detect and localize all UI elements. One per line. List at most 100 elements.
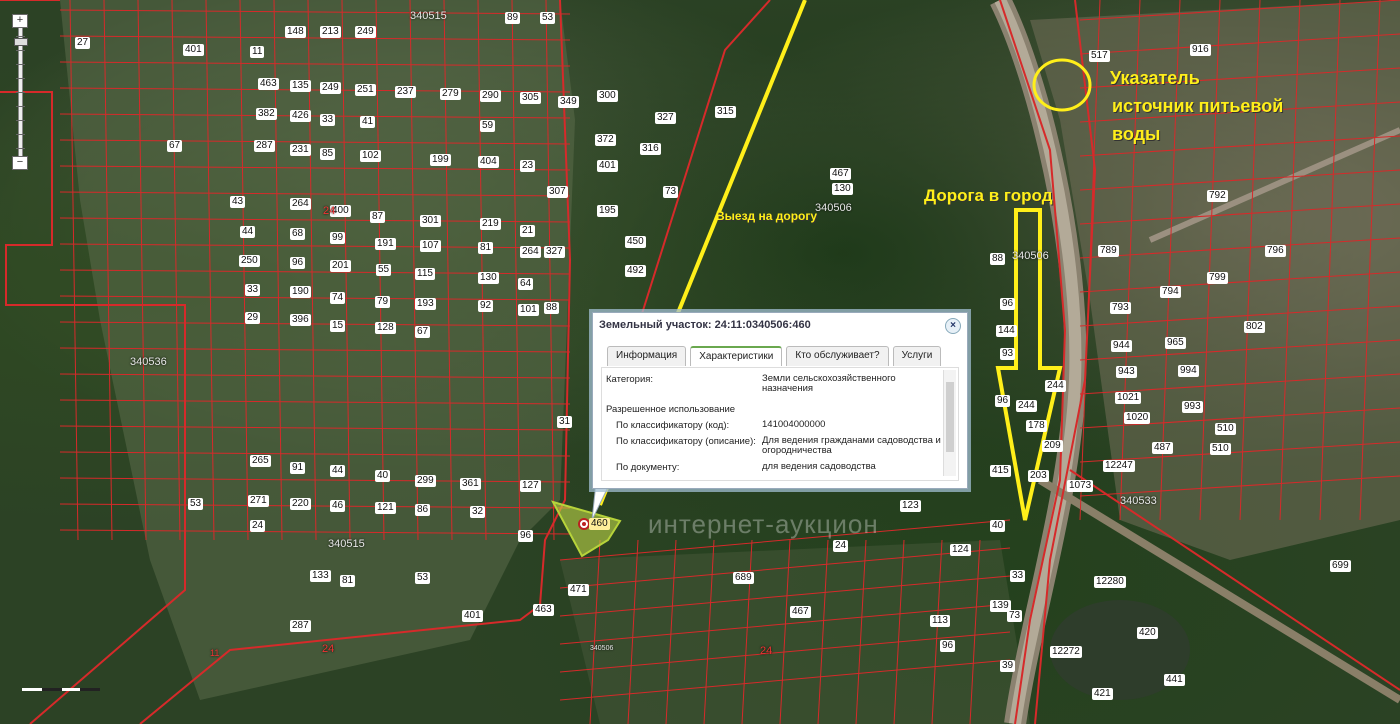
plot-number[interactable]: 789 — [1098, 245, 1119, 257]
zoom-in-button[interactable]: + — [12, 14, 28, 28]
plot-number[interactable]: 264 — [520, 246, 541, 258]
plot-number[interactable]: 993 — [1182, 401, 1203, 413]
plot-number[interactable]: 68 — [290, 228, 306, 240]
plot-number[interactable]: 91 — [290, 462, 306, 474]
plot-number[interactable]: 43 — [230, 196, 246, 208]
plot-number[interactable]: 517 — [1089, 50, 1110, 62]
close-icon[interactable]: × — [945, 318, 961, 334]
plot-number[interactable]: 349 — [558, 96, 579, 108]
plot-number[interactable]: 53 — [540, 12, 556, 24]
plot-number[interactable]: 24 — [250, 520, 266, 532]
plot-number[interactable]: 96 — [940, 640, 956, 652]
plot-number[interactable]: 107 — [420, 240, 441, 252]
plot-number[interactable]: 689 — [733, 572, 754, 584]
plot-number[interactable]: 85 — [320, 148, 336, 160]
plot-number[interactable]: 86 — [415, 504, 431, 516]
plot-number[interactable]: 148 — [285, 26, 306, 38]
plot-number[interactable]: 290 — [480, 90, 501, 102]
plot-number[interactable]: 271 — [248, 495, 269, 507]
plot-number[interactable]: 135 — [290, 80, 311, 92]
plot-number[interactable]: 209 — [1042, 440, 1063, 452]
plot-number[interactable]: 327 — [655, 112, 676, 124]
tab-services[interactable]: Услуги — [892, 346, 942, 366]
plot-number[interactable]: 943 — [1116, 366, 1137, 378]
plot-number[interactable]: 144 — [996, 325, 1017, 337]
plot-number[interactable]: 794 — [1160, 286, 1181, 298]
plot-number[interactable]: 916 — [1190, 44, 1211, 56]
scroll-thumb[interactable] — [946, 382, 954, 452]
plot-number[interactable]: 133 — [310, 570, 331, 582]
plot-number[interactable]: 199 — [430, 154, 451, 166]
plot-number[interactable]: 39 — [1000, 660, 1016, 672]
plot-number[interactable]: 249 — [320, 82, 341, 94]
plot-number[interactable]: 420 — [1137, 627, 1158, 639]
plot-number[interactable]: 33 — [245, 284, 261, 296]
plot-number[interactable]: 130 — [478, 272, 499, 284]
zoom-slider[interactable] — [14, 28, 28, 156]
plot-number[interactable]: 237 — [395, 86, 416, 98]
plot-number[interactable]: 93 — [1000, 348, 1016, 360]
plot-number[interactable]: 81 — [478, 242, 494, 254]
plot-number[interactable]: 124 — [950, 544, 971, 556]
plot-number[interactable]: 251 — [355, 84, 376, 96]
plot-number[interactable]: 53 — [188, 498, 204, 510]
plot-number[interactable]: 426 — [290, 110, 311, 122]
plot-number[interactable]: 404 — [478, 156, 499, 168]
plot-number[interactable]: 265 — [250, 455, 271, 467]
plot-number[interactable]: 113 — [930, 615, 950, 627]
plot-number[interactable]: 40 — [990, 520, 1006, 532]
zoom-out-button[interactable]: − — [12, 156, 28, 170]
plot-number[interactable]: 467 — [830, 168, 851, 180]
plot-number[interactable]: 12280 — [1094, 576, 1126, 588]
plot-number[interactable]: 327 — [544, 246, 565, 258]
plot-number[interactable]: 793 — [1110, 302, 1131, 314]
plot-number[interactable]: 244 — [1045, 380, 1066, 392]
plot-number[interactable]: 44 — [330, 465, 346, 477]
plot-number[interactable]: 130 — [832, 183, 853, 195]
plot-number[interactable]: 316 — [640, 143, 661, 155]
plot-number[interactable]: 305 — [520, 92, 541, 104]
tab-who-serves[interactable]: Кто обслуживает? — [786, 346, 889, 366]
plot-number[interactable]: 450 — [625, 236, 646, 248]
plot-number[interactable]: 128 — [375, 322, 396, 334]
plot-number[interactable]: 21 — [520, 225, 536, 237]
plot-number[interactable]: 41 — [360, 116, 376, 128]
plot-number[interactable]: 231 — [290, 144, 311, 156]
plot-number[interactable]: 89 — [505, 12, 521, 24]
plot-number[interactable]: 11 — [250, 46, 265, 58]
plot-number[interactable]: 44 — [240, 226, 256, 238]
plot-number[interactable]: 401 — [183, 44, 204, 56]
plot-number[interactable]: 53 — [415, 572, 431, 584]
plot-number[interactable]: 40 — [375, 470, 391, 482]
plot-number[interactable]: 287 — [290, 620, 311, 632]
plot-number[interactable]: 190 — [290, 286, 311, 298]
plot-number[interactable]: 1073 — [1067, 480, 1094, 492]
plot-number[interactable]: 33 — [320, 114, 336, 126]
plot-number[interactable]: 300 — [597, 90, 618, 102]
plot-number[interactable]: 101 — [518, 304, 539, 316]
plot-number[interactable]: 23 — [520, 160, 536, 172]
plot-number[interactable]: 79 — [375, 296, 391, 308]
plot-number[interactable]: 315 — [715, 106, 736, 118]
plot-number[interactable]: 92 — [478, 300, 494, 312]
plot-number[interactable]: 1020 — [1124, 412, 1151, 424]
plot-number[interactable]: 382 — [256, 108, 277, 120]
plot-number[interactable]: 250 — [239, 255, 260, 267]
selected-plot-label[interactable]: 460 — [589, 518, 610, 530]
popup-scrollbar[interactable] — [943, 370, 956, 476]
plot-number[interactable]: 96 — [995, 395, 1011, 407]
plot-number[interactable]: 401 — [462, 610, 483, 622]
plot-number[interactable]: 99 — [330, 232, 346, 244]
plot-number[interactable]: 88 — [990, 253, 1006, 265]
plot-number[interactable]: 115 — [415, 268, 435, 280]
plot-number[interactable]: 415 — [990, 465, 1011, 477]
plot-number[interactable]: 249 — [355, 26, 376, 38]
plot-number[interactable]: 127 — [520, 480, 541, 492]
plot-number[interactable]: 467 — [790, 606, 811, 618]
plot-number[interactable]: 12247 — [1103, 460, 1135, 472]
plot-number[interactable]: 487 — [1152, 442, 1173, 454]
plot-number[interactable]: 264 — [290, 198, 311, 210]
plot-number[interactable]: 102 — [360, 150, 381, 162]
plot-number[interactable]: 59 — [480, 120, 496, 132]
plot-number[interactable]: 193 — [415, 298, 436, 310]
